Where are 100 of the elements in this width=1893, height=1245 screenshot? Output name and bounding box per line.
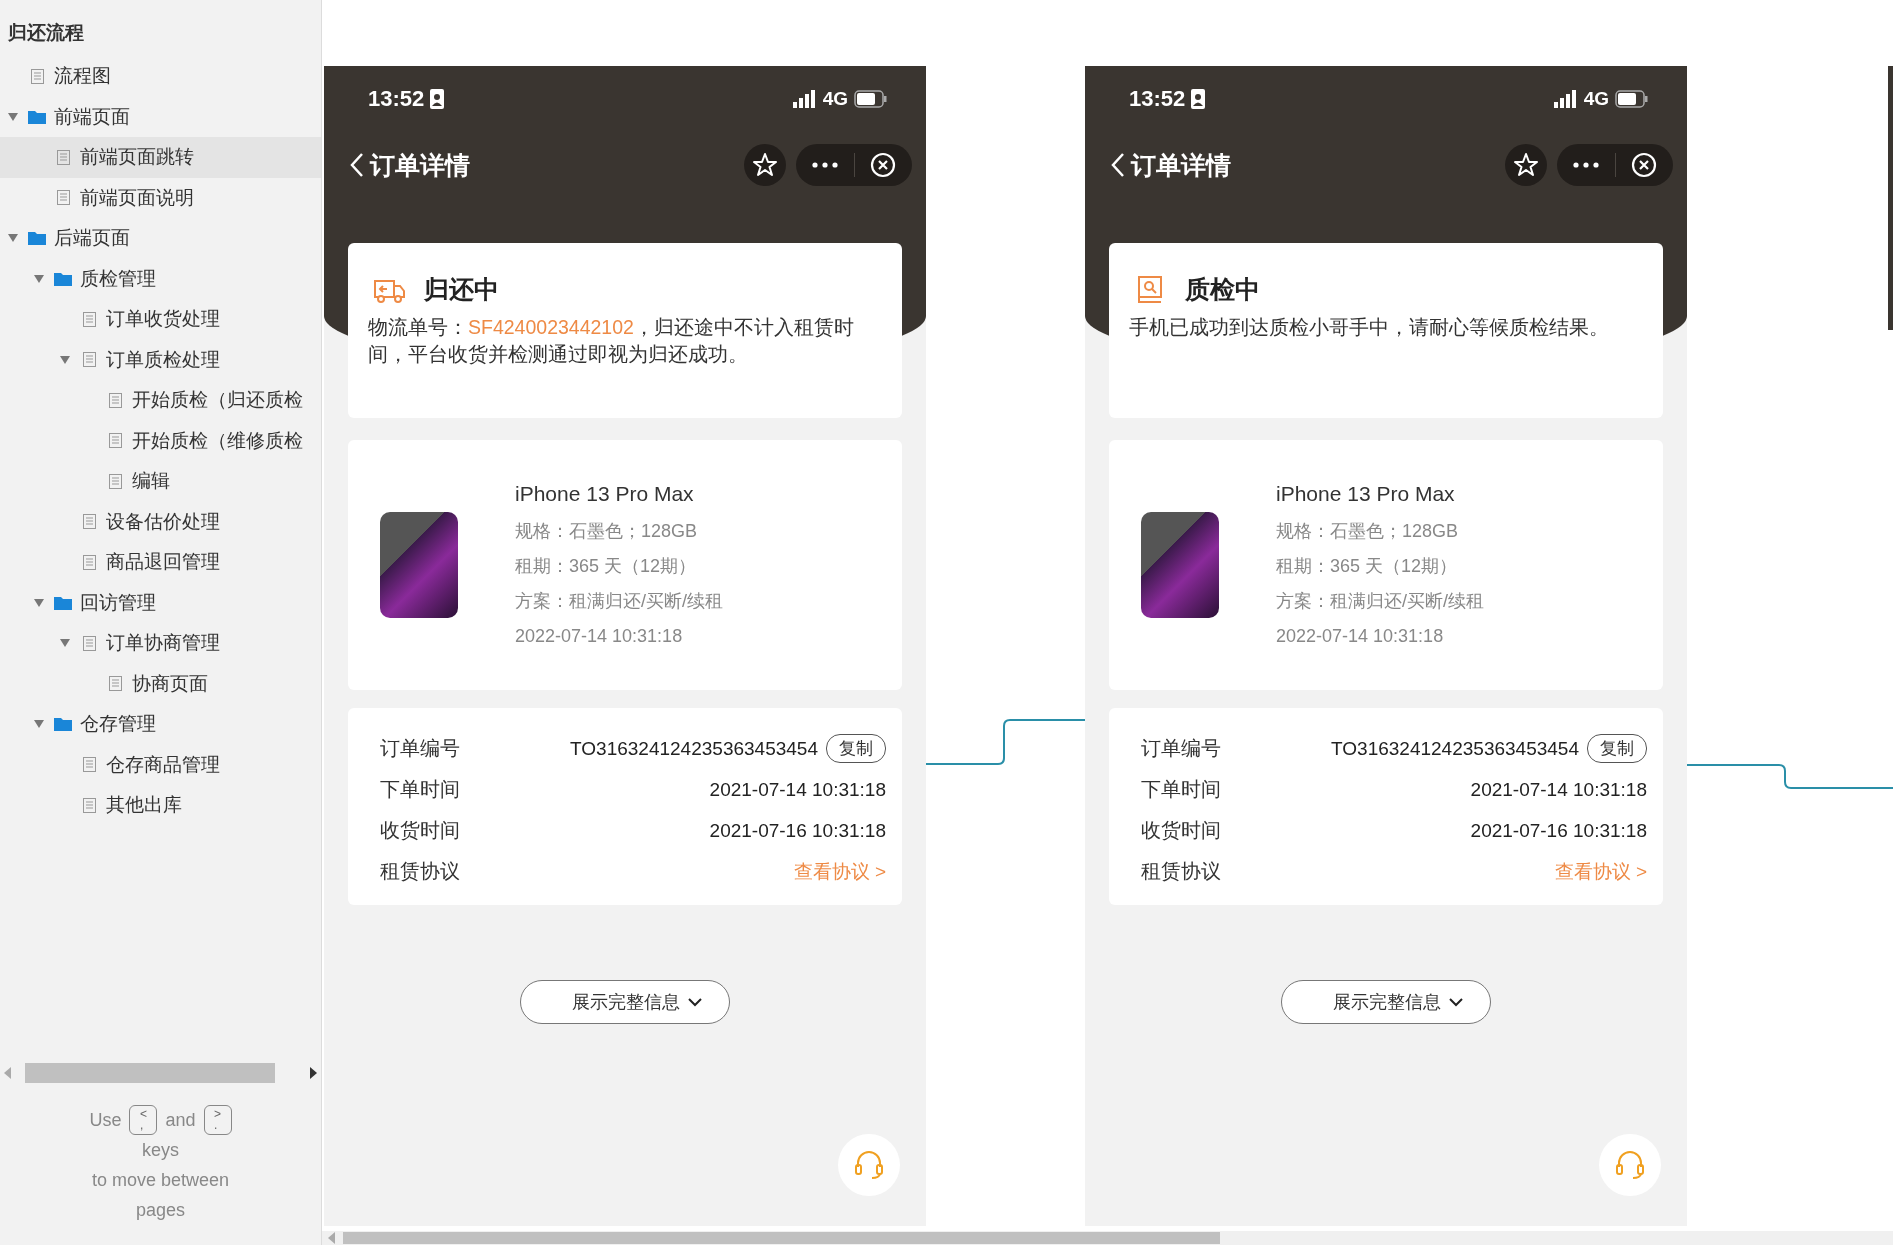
signal-icon — [792, 90, 817, 108]
collapse-caret-icon[interactable] — [34, 598, 44, 607]
tree-item[interactable]: 编辑 — [0, 461, 321, 502]
hint-text: Use — [89, 1109, 122, 1132]
headset-icon — [1614, 1149, 1646, 1181]
id-card-icon — [1191, 89, 1206, 109]
tree-item[interactable]: 回访管理 — [0, 582, 321, 623]
more-icon — [811, 162, 838, 168]
order-number: TO316324124235363453454 — [570, 737, 818, 760]
scroll-right-icon[interactable] — [310, 1067, 317, 1079]
tree-item[interactable]: 质检管理 — [0, 258, 321, 299]
page-icon — [83, 635, 96, 651]
folder-icon — [54, 717, 72, 732]
collapse-caret-icon[interactable] — [34, 274, 44, 283]
status-title: 质检中 — [1185, 274, 1260, 305]
product-detail: 租期：365 天（12期） — [1276, 554, 1459, 578]
scroll-left-icon[interactable] — [328, 1232, 335, 1244]
product-detail: 规格：石墨色；128GB — [1276, 519, 1460, 543]
hint-text: keys — [142, 1139, 179, 1162]
page-icon — [83, 352, 96, 368]
product-detail: 租期：365 天（12期） — [515, 554, 698, 578]
status-time: 13:52 — [1129, 86, 1186, 112]
tree-item[interactable]: 其他出库 — [0, 785, 321, 826]
info-label: 租赁协议 — [1141, 859, 1221, 884]
info-value: 2021-07-14 10:31:18 — [1470, 778, 1647, 801]
tree-item[interactable]: 流程图 — [0, 56, 321, 97]
close-icon — [1631, 152, 1658, 178]
close-icon — [870, 152, 897, 178]
network-label: 4G — [822, 88, 848, 110]
key-cap: < , — [129, 1105, 158, 1135]
tree-item[interactable]: 协商页面 — [0, 663, 321, 704]
product-detail: 2022-07-14 10:31:18 — [1276, 624, 1445, 648]
status-description: 手机已成功到达质检小哥手中，请耐心等候质检结果。 — [1129, 315, 1610, 340]
tree-item[interactable]: 仓存商品管理 — [0, 744, 321, 785]
chevron-down-icon — [688, 997, 702, 1007]
expand-button[interactable]: 展示完整信息 — [520, 980, 730, 1024]
product-detail: 方案：租满归还/买断/续租 — [515, 589, 723, 613]
copy-button[interactable]: 复制 — [826, 734, 886, 763]
network-label: 4G — [1583, 88, 1609, 110]
page-icon — [83, 311, 96, 327]
folder-icon — [28, 109, 46, 124]
folder-icon — [54, 271, 72, 286]
tree-item[interactable]: 前端页面说明 — [0, 177, 321, 218]
product-detail: 2022-07-14 10:31:18 — [515, 624, 684, 648]
info-label: 收货时间 — [1141, 818, 1221, 843]
copy-button[interactable]: 复制 — [1587, 734, 1647, 763]
collapse-caret-icon[interactable] — [60, 355, 70, 364]
page-icon — [109, 676, 122, 692]
tree-item[interactable]: 商品退回管理 — [0, 542, 321, 583]
tree-item[interactable]: 后端页面 — [0, 218, 321, 259]
collapse-caret-icon[interactable] — [8, 112, 18, 121]
hint-text: and — [165, 1109, 196, 1132]
collapse-caret-icon[interactable] — [34, 720, 44, 729]
page-icon — [109, 433, 122, 449]
folder-icon — [28, 231, 46, 246]
tree-item[interactable]: 仓存管理 — [0, 704, 321, 745]
tree-item[interactable]: 前端页面 — [0, 96, 321, 137]
page-icon — [83, 554, 96, 570]
collapse-caret-icon[interactable] — [8, 234, 18, 243]
page-icon — [109, 392, 122, 408]
scrollbar-thumb[interactable] — [25, 1063, 275, 1083]
page-icon — [83, 514, 96, 530]
tree-item[interactable]: 订单质检处理 — [0, 339, 321, 380]
product-name: iPhone 13 Pro Max — [1276, 481, 1456, 506]
info-value: 2021-07-16 10:31:18 — [1470, 819, 1647, 842]
back-icon[interactable] — [350, 152, 364, 178]
info-label: 下单时间 — [1141, 777, 1221, 802]
battery-icon — [1615, 90, 1649, 108]
product-detail: 方案：租满归还/买断/续租 — [1276, 589, 1484, 613]
tree-item[interactable]: 设备估价处理 — [0, 501, 321, 542]
page-title: 订单详情 — [370, 149, 470, 181]
page-icon — [57, 149, 70, 165]
tree-item[interactable]: 订单协商管理 — [0, 623, 321, 664]
tree-item[interactable]: 订单收货处理 — [0, 299, 321, 340]
collapse-caret-icon[interactable] — [60, 639, 70, 648]
info-value: 2021-07-14 10:31:18 — [709, 778, 886, 801]
product-name: iPhone 13 Pro Max — [515, 481, 695, 506]
back-icon[interactable] — [1111, 152, 1125, 178]
scroll-left-icon[interactable] — [4, 1067, 11, 1079]
tree-item[interactable]: 开始质检（维修质检 — [0, 420, 321, 461]
info-value: 2021-07-16 10:31:18 — [709, 819, 886, 842]
star-icon — [1513, 152, 1539, 178]
headset-icon — [853, 1149, 885, 1181]
id-card-icon — [430, 89, 445, 109]
scrollbar-thumb[interactable] — [343, 1232, 1220, 1244]
hint-text: pages — [135, 1199, 185, 1222]
star-icon — [752, 152, 778, 178]
page-title: 订单详情 — [1131, 149, 1231, 181]
page-icon — [109, 473, 122, 489]
expand-button[interactable]: 展示完整信息 — [1281, 980, 1491, 1024]
status-title: 归还中 — [424, 274, 499, 305]
status-description: 物流单号：SF4240023442102，归还途中不计入租赁时间，平台收货并检测通过即视为归还成功。 — [368, 315, 855, 367]
key-cap: > . — [203, 1105, 232, 1135]
page-icon — [31, 68, 44, 84]
page-icon — [83, 797, 96, 813]
signal-icon — [1553, 90, 1578, 108]
more-icon — [1572, 162, 1599, 168]
sidebar-title: 归还流程 — [7, 21, 85, 45]
tree-item[interactable]: 开始质检（归还质检 — [0, 380, 321, 421]
tree-item[interactable]: 前端页面跳转 — [0, 137, 321, 178]
